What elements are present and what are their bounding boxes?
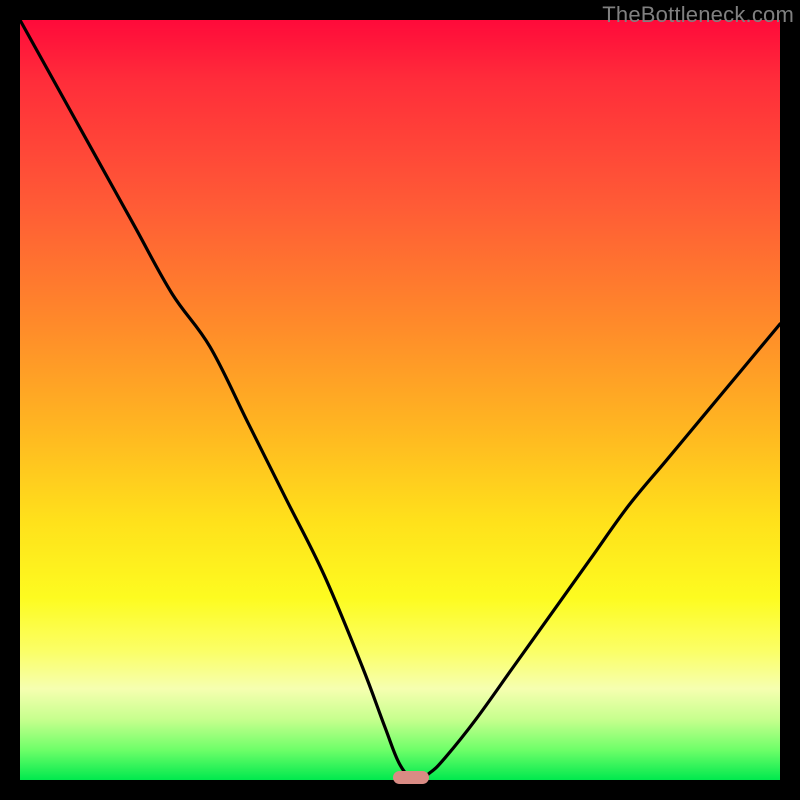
bottleneck-curve (20, 20, 780, 780)
watermark-text: TheBottleneck.com (602, 2, 794, 28)
chart-frame: TheBottleneck.com (0, 0, 800, 800)
optimum-marker (393, 771, 429, 784)
plot-area (20, 20, 780, 780)
